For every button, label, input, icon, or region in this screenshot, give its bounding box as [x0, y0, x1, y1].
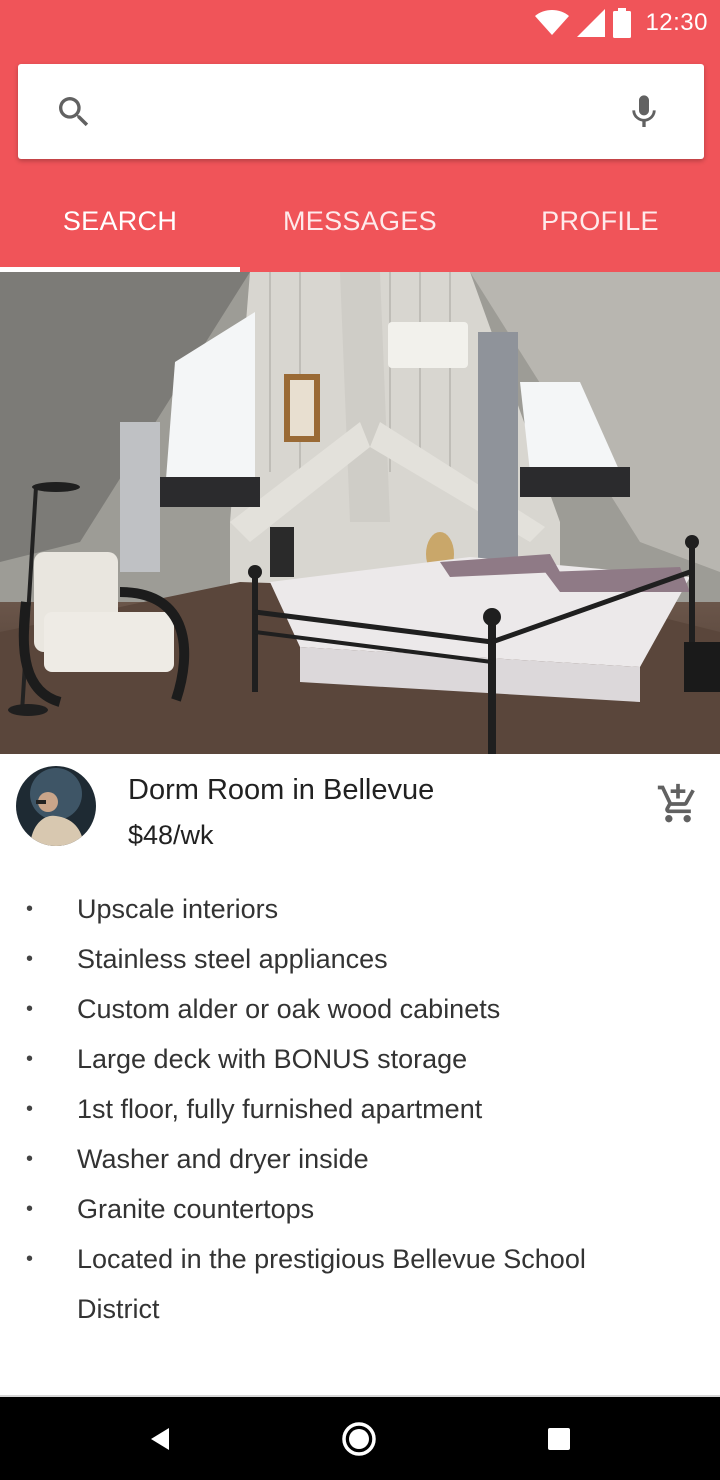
tab-label: SEARCH [62, 206, 178, 236]
mic-icon[interactable] [624, 90, 664, 139]
recents-icon[interactable] [539, 1419, 579, 1459]
bullet-icon: • [26, 1098, 34, 1120]
bullet-icon: • [26, 1048, 34, 1070]
bullet-icon: • [26, 998, 34, 1020]
listing-photo [0, 272, 720, 754]
list-item: • Granite countertops [0, 1184, 720, 1234]
status-bar: 12:30 [0, 0, 720, 48]
search-input[interactable] [118, 90, 598, 134]
search-icon[interactable] [54, 92, 94, 137]
feature-text: Located in the prestigious Bellevue Scho… [77, 1244, 586, 1324]
feature-text: Granite countertops [77, 1194, 315, 1224]
list-item: • Upscale interiors [0, 884, 720, 934]
wifi-icon [535, 10, 570, 36]
system-nav-bar [0, 1397, 720, 1480]
list-item: • Custom alder or oak wood cabinets [0, 984, 720, 1034]
list-item: • Washer and dryer inside [0, 1134, 720, 1184]
bullet-icon: • [26, 1248, 34, 1270]
tab-bar: SEARCH MESSAGES PROFILE [0, 178, 720, 272]
tab-label: PROFILE [541, 206, 659, 236]
tab-profile[interactable]: PROFILE [480, 178, 720, 272]
status-icons: 12:30 [535, 6, 708, 40]
feature-text: 1st floor, fully furnished apartment [77, 1094, 483, 1124]
feature-list: • Upscale interiors • Stainless steel appl… [0, 884, 720, 1334]
listing-title: Dorm Room in Bellevue [128, 774, 435, 806]
list-item: • Stainless steel appliances [0, 934, 720, 984]
listing-price: $48/wk [128, 820, 214, 850]
feature-text: Stainless steel appliances [77, 944, 388, 974]
back-icon[interactable] [140, 1419, 180, 1459]
tab-label: MESSAGES [283, 206, 437, 236]
bullet-icon: • [26, 1198, 34, 1220]
signal-icon [577, 9, 606, 37]
add-to-cart-icon[interactable] [656, 782, 700, 831]
feature-text: Large deck with BONUS storage [77, 1044, 468, 1074]
search-bar[interactable] [18, 64, 704, 159]
list-item: • Located in the prestigious Bellevue Sch… [0, 1234, 720, 1334]
avatar[interactable] [16, 766, 96, 846]
status-time: 12:30 [645, 9, 708, 36]
listing-header: Dorm Room in Bellevue $48/wk [0, 754, 720, 864]
home-icon[interactable] [339, 1419, 379, 1459]
bullet-icon: • [26, 948, 34, 970]
list-item: • Large deck with BONUS storage [0, 1034, 720, 1084]
tab-messages[interactable]: MESSAGES [240, 178, 480, 272]
feature-text: Washer and dryer inside [77, 1144, 369, 1174]
bullet-icon: • [26, 1148, 34, 1170]
feature-text: Upscale interiors [77, 894, 279, 924]
list-item: • 1st floor, fully furnished apartment [0, 1084, 720, 1134]
tab-search[interactable]: SEARCH [0, 178, 240, 272]
app-bar: 12:30 SEARCH MESSAGES PROFILE [0, 0, 720, 272]
feature-text: Custom alder or oak wood cabinets [77, 994, 501, 1024]
bullet-icon: • [26, 898, 34, 920]
battery-icon [613, 8, 632, 38]
